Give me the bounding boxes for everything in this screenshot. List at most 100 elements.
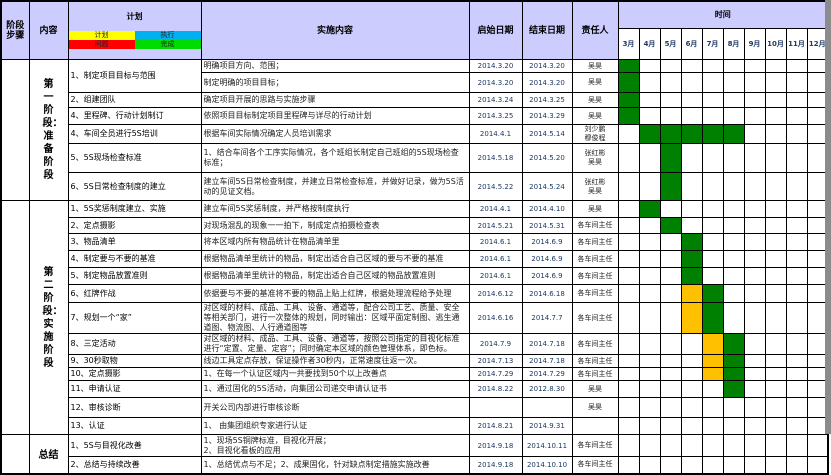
phase-step-cell[interactable] bbox=[1, 60, 29, 201]
task-desc-cell[interactable]: 根据物品清单里统计的物品，制定出适合自己区域的物品放置准则 bbox=[201, 268, 469, 285]
gantt-cell[interactable] bbox=[765, 381, 786, 398]
gantt-cell[interactable] bbox=[618, 144, 639, 173]
task-desc-cell[interactable]: 1、在每一个认证区域内一共要找到50个以上改善点 bbox=[201, 368, 469, 381]
gantt-cell[interactable] bbox=[681, 368, 702, 381]
gantt-cell[interactable] bbox=[618, 418, 639, 435]
gantt-cell[interactable] bbox=[786, 108, 807, 125]
gantt-cell[interactable] bbox=[618, 457, 639, 474]
gantt-cell[interactable] bbox=[765, 457, 786, 474]
gantt-cell[interactable] bbox=[723, 457, 744, 474]
gantt-cell[interactable] bbox=[702, 435, 723, 457]
gantt-cell[interactable] bbox=[618, 355, 639, 368]
end-date-cell[interactable] bbox=[522, 398, 572, 418]
header-phase-step[interactable]: 阶段 步骤 bbox=[1, 1, 29, 60]
task-name-cell[interactable]: 10、定点摄影 bbox=[68, 368, 201, 381]
gantt-cell[interactable] bbox=[744, 218, 765, 234]
gantt-cell[interactable] bbox=[765, 398, 786, 418]
gantt-cell[interactable] bbox=[639, 381, 660, 398]
task-desc-cell[interactable]: 依照项目目标制定项目里程碑与详尽的行动计划 bbox=[201, 108, 469, 125]
gantt-cell[interactable] bbox=[786, 60, 807, 73]
gantt-cell[interactable] bbox=[681, 334, 702, 355]
task-name-cell[interactable]: 5、制定物品放置准则 bbox=[68, 268, 201, 285]
gantt-cell[interactable] bbox=[786, 435, 807, 457]
task-desc-cell[interactable]: 将本区域内所有物品统计在物品清单里 bbox=[201, 234, 469, 251]
gantt-cell[interactable] bbox=[765, 435, 786, 457]
gantt-cell[interactable] bbox=[639, 73, 660, 93]
gantt-cell[interactable] bbox=[765, 201, 786, 218]
end-date-cell[interactable]: 2014.3.20 bbox=[522, 73, 572, 93]
gantt-cell[interactable] bbox=[786, 285, 807, 303]
gantt-cell[interactable] bbox=[723, 234, 744, 251]
gantt-cell[interactable] bbox=[639, 108, 660, 125]
gantt-cell[interactable] bbox=[744, 93, 765, 108]
gantt-cell[interactable] bbox=[639, 60, 660, 73]
owner-cell[interactable]: 吴昊 bbox=[572, 381, 618, 398]
gantt-cell[interactable] bbox=[618, 303, 639, 334]
task-name-cell[interactable]: 1、制定项目目标与范围 bbox=[68, 60, 201, 93]
gantt-cell[interactable] bbox=[681, 234, 702, 251]
owner-cell[interactable]: 各车间主任 bbox=[572, 251, 618, 268]
gantt-cell[interactable] bbox=[639, 285, 660, 303]
gantt-cell[interactable] bbox=[786, 418, 807, 435]
start-date-cell[interactable]: 2014.7.9 bbox=[469, 334, 522, 355]
start-date-cell[interactable]: 2014.8.21 bbox=[469, 418, 522, 435]
gantt-cell[interactable] bbox=[723, 285, 744, 303]
gantt-cell[interactable] bbox=[786, 355, 807, 368]
task-name-cell[interactable]: 5、5S现场检查标准 bbox=[68, 144, 201, 173]
gantt-cell[interactable] bbox=[786, 234, 807, 251]
end-date-cell[interactable]: 2014.5.31 bbox=[522, 218, 572, 234]
task-name-cell[interactable]: 4、制定要与不要的基准 bbox=[68, 251, 201, 268]
gantt-cell[interactable] bbox=[723, 418, 744, 435]
start-date-cell[interactable]: 2014.7.29 bbox=[469, 368, 522, 381]
gantt-cell[interactable] bbox=[639, 125, 660, 144]
gantt-cell[interactable] bbox=[639, 457, 660, 474]
gantt-cell[interactable] bbox=[660, 268, 681, 285]
gantt-cell[interactable] bbox=[618, 125, 639, 144]
gantt-cell[interactable] bbox=[723, 251, 744, 268]
month-header[interactable]: 11月 bbox=[786, 28, 807, 59]
gantt-cell[interactable] bbox=[618, 398, 639, 418]
task-name-cell[interactable]: 6、5S日常检查制度的建立 bbox=[68, 173, 201, 201]
task-desc-cell[interactable]: 对区域的材料、成品、工具、设备、通道等，配合公司工艺、质量、安全等相关部门，进行… bbox=[201, 303, 469, 334]
gantt-cell[interactable] bbox=[702, 457, 723, 474]
gantt-cell[interactable] bbox=[723, 144, 744, 173]
gantt-cell[interactable] bbox=[618, 368, 639, 381]
start-date-cell[interactable]: 2014.3.20 bbox=[469, 73, 522, 93]
gantt-cell[interactable] bbox=[660, 334, 681, 355]
gantt-cell[interactable] bbox=[660, 108, 681, 125]
owner-cell[interactable]: 各车间主任 bbox=[572, 218, 618, 234]
gantt-cell[interactable] bbox=[723, 334, 744, 355]
gantt-cell[interactable] bbox=[681, 285, 702, 303]
task-desc-cell[interactable]: 1、结合车间各个工序实际情况，各个班组长制定自己班组的5S现场检查标准； bbox=[201, 144, 469, 173]
gantt-cell[interactable] bbox=[765, 268, 786, 285]
start-date-cell[interactable]: 2014.4.1 bbox=[469, 125, 522, 144]
gantt-cell[interactable] bbox=[660, 398, 681, 418]
start-date-cell[interactable]: 2014.5.18 bbox=[469, 144, 522, 173]
owner-cell[interactable]: 吴昊 bbox=[572, 398, 618, 418]
header-impl-content[interactable]: 实施内容 bbox=[201, 1, 469, 60]
task-name-cell[interactable]: 1、5S与目视化改善 bbox=[68, 435, 201, 457]
end-date-cell[interactable]: 2014.7.7 bbox=[522, 303, 572, 334]
gantt-cell[interactable] bbox=[744, 234, 765, 251]
gantt-cell[interactable] bbox=[744, 285, 765, 303]
gantt-cell[interactable] bbox=[660, 368, 681, 381]
gantt-cell[interactable] bbox=[618, 108, 639, 125]
start-date-cell[interactable]: 2014.6.12 bbox=[469, 285, 522, 303]
task-desc-cell[interactable]: 明确项目方向、范围； bbox=[201, 60, 469, 73]
gantt-cell[interactable] bbox=[765, 93, 786, 108]
gantt-cell[interactable] bbox=[765, 73, 786, 93]
owner-cell[interactable]: 各车间主任 bbox=[572, 268, 618, 285]
gantt-cell[interactable] bbox=[786, 398, 807, 418]
gantt-cell[interactable] bbox=[702, 303, 723, 334]
month-header[interactable]: 6月 bbox=[681, 28, 702, 59]
gantt-cell[interactable] bbox=[702, 334, 723, 355]
gantt-cell[interactable] bbox=[723, 355, 744, 368]
gantt-cell[interactable] bbox=[681, 381, 702, 398]
owner-cell[interactable]: 各车间主任 bbox=[572, 457, 618, 474]
owner-cell[interactable]: 各车间主任 bbox=[572, 334, 618, 355]
gantt-cell[interactable] bbox=[765, 285, 786, 303]
gantt-cell[interactable] bbox=[765, 234, 786, 251]
end-date-cell[interactable]: 2014.9.31 bbox=[522, 418, 572, 435]
task-name-cell[interactable]: 1、5S奖惩制度建立、实施 bbox=[68, 201, 201, 218]
gantt-cell[interactable] bbox=[765, 251, 786, 268]
